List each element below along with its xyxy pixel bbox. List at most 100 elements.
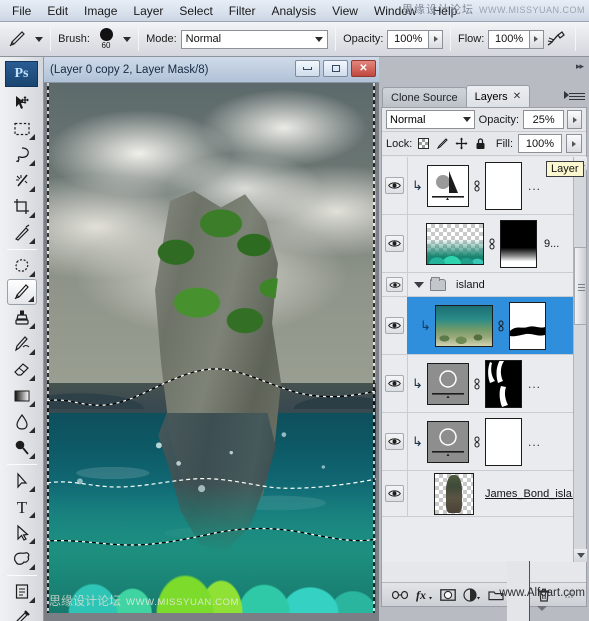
- table-row[interactable]: 9...: [382, 215, 586, 273]
- blend-mode-select[interactable]: Normal: [180, 29, 329, 49]
- menu-image[interactable]: Image: [76, 2, 125, 20]
- table-row[interactable]: ↳ ...: [382, 355, 586, 413]
- table-row[interactable]: James_Bond_isla...: [382, 471, 586, 517]
- layer-list[interactable]: ↳ ... 9... island ↳ ↳ ... ↳ ... James_Bo…: [382, 157, 586, 562]
- layer-group-row[interactable]: island: [382, 272, 586, 297]
- menu-file[interactable]: File: [4, 2, 39, 20]
- tab-layers[interactable]: Layers ✕: [465, 85, 531, 107]
- canvas-area[interactable]: 思缘设计论坛 WWW.MISSYUAN.COM: [44, 83, 379, 621]
- custom-shape-tool[interactable]: [7, 546, 37, 572]
- current-tool-icon[interactable]: [6, 27, 30, 51]
- minimize-button[interactable]: [295, 60, 320, 77]
- fill-value: 100%: [525, 137, 555, 150]
- link-mask-icon[interactable]: [472, 180, 482, 192]
- airbrush-icon[interactable]: [544, 28, 568, 50]
- link-mask-icon[interactable]: [496, 320, 506, 332]
- menu-layer[interactable]: Layer: [125, 2, 171, 20]
- layer-opacity-slider-button[interactable]: [567, 110, 582, 129]
- eraser-tool[interactable]: [7, 357, 37, 383]
- layer-visibility-toggle[interactable]: [382, 413, 408, 470]
- table-row[interactable]: ↳ ...: [382, 413, 586, 471]
- pen-tool[interactable]: [7, 468, 37, 494]
- layer-thumbnail[interactable]: [434, 472, 474, 515]
- close-icon[interactable]: ✕: [513, 91, 521, 102]
- clone-stamp-tool[interactable]: [7, 305, 37, 331]
- layer-mask-thumbnail[interactable]: [485, 359, 522, 408]
- type-tool[interactable]: T: [7, 494, 37, 520]
- layer-mask-thumbnail[interactable]: [500, 219, 537, 268]
- move-tool[interactable]: [7, 90, 37, 116]
- add-layer-style-icon[interactable]: fx: [415, 586, 433, 604]
- link-mask-icon[interactable]: [487, 238, 497, 250]
- layer-opacity-input[interactable]: 25%: [523, 110, 565, 129]
- layer-blend-mode-select[interactable]: Normal: [386, 110, 475, 129]
- gradient-tool[interactable]: [7, 383, 37, 409]
- menu-help[interactable]: Help: [425, 2, 466, 20]
- crop-tool[interactable]: [7, 194, 37, 220]
- collapse-panels-icon[interactable]: ▸▸: [576, 61, 584, 72]
- lock-position-icon[interactable]: [455, 137, 468, 150]
- layer-visibility-toggle[interactable]: [382, 355, 408, 412]
- magic-wand-tool[interactable]: [7, 168, 37, 194]
- eye-icon: [388, 182, 401, 189]
- flow-input[interactable]: 100%: [488, 29, 530, 49]
- dock-chevron-down-icon[interactable]: [537, 606, 547, 611]
- layer-thumbnail[interactable]: [426, 222, 484, 265]
- lasso-tool[interactable]: [7, 142, 37, 168]
- patch-tool[interactable]: [7, 253, 37, 279]
- scroll-down-button[interactable]: [574, 549, 587, 562]
- slice-tool[interactable]: [7, 220, 37, 246]
- menu-select[interactable]: Select: [171, 2, 220, 20]
- table-row-selected[interactable]: ↳: [382, 297, 586, 355]
- panel-menu-icon[interactable]: [569, 89, 585, 103]
- new-adjustment-layer-icon[interactable]: [463, 586, 481, 604]
- menu-window[interactable]: Window: [366, 2, 425, 20]
- link-mask-icon[interactable]: [472, 436, 482, 448]
- layer-mask-thumbnail[interactable]: [485, 417, 522, 466]
- notes-tool[interactable]: [7, 579, 37, 605]
- layer-visibility-toggle[interactable]: [382, 157, 408, 214]
- brush-picker-chevron-down-icon[interactable]: [123, 36, 132, 42]
- group-expand-chevron-down-icon[interactable]: [414, 281, 424, 288]
- dodge-tool[interactable]: [7, 435, 37, 461]
- layer-mask-thumbnail[interactable]: [509, 301, 546, 350]
- document-title-bar[interactable]: (Layer 0 copy 2, Layer Mask/8) ✕: [44, 57, 379, 83]
- lock-image-pixels-icon[interactable]: [436, 137, 449, 150]
- brush-preview[interactable]: 60: [94, 28, 118, 50]
- path-selection-tool[interactable]: [7, 520, 37, 546]
- scrollbar-thumb[interactable]: [574, 247, 587, 325]
- menu-analysis[interactable]: Analysis: [263, 2, 324, 20]
- layer-visibility-toggle[interactable]: [382, 272, 408, 297]
- brush-tool[interactable]: [6, 279, 37, 305]
- fill-slider-button[interactable]: [566, 134, 582, 153]
- history-brush-tool[interactable]: [7, 331, 37, 357]
- layer-visibility-toggle[interactable]: [382, 297, 408, 354]
- fill-input[interactable]: 100%: [518, 134, 562, 153]
- layer-thumbnail[interactable]: [427, 362, 469, 405]
- menu-view[interactable]: View: [324, 2, 366, 20]
- lock-transparent-pixels-icon[interactable]: [417, 137, 430, 150]
- layer-thumbnail[interactable]: [427, 420, 469, 463]
- tool-preset-chevron-down-icon[interactable]: [35, 36, 44, 42]
- link-mask-icon[interactable]: [472, 378, 482, 390]
- link-layers-icon[interactable]: [391, 586, 409, 604]
- layer-list-scrollbar[interactable]: [573, 157, 587, 562]
- eyedropper-tool[interactable]: [7, 605, 37, 621]
- menu-filter[interactable]: Filter: [221, 2, 264, 20]
- layer-mask-thumbnail[interactable]: [485, 161, 522, 210]
- lock-all-icon[interactable]: [474, 137, 487, 150]
- layer-visibility-toggle[interactable]: [382, 471, 408, 516]
- menu-edit[interactable]: Edit: [39, 2, 76, 20]
- flow-slider-button[interactable]: [528, 29, 544, 49]
- rectangular-marquee-tool[interactable]: [7, 116, 37, 142]
- opacity-input[interactable]: 100%: [387, 29, 429, 49]
- maximize-button[interactable]: [323, 60, 348, 77]
- close-button[interactable]: ✕: [351, 60, 376, 77]
- layer-thumbnail[interactable]: [427, 164, 469, 207]
- opacity-slider-button[interactable]: [428, 29, 443, 49]
- add-layer-mask-icon[interactable]: [439, 586, 457, 604]
- layer-visibility-toggle[interactable]: [382, 215, 408, 272]
- layer-thumbnail[interactable]: [435, 304, 493, 347]
- tab-clone-source[interactable]: Clone Source: [382, 87, 467, 107]
- blur-tool[interactable]: [7, 409, 37, 435]
